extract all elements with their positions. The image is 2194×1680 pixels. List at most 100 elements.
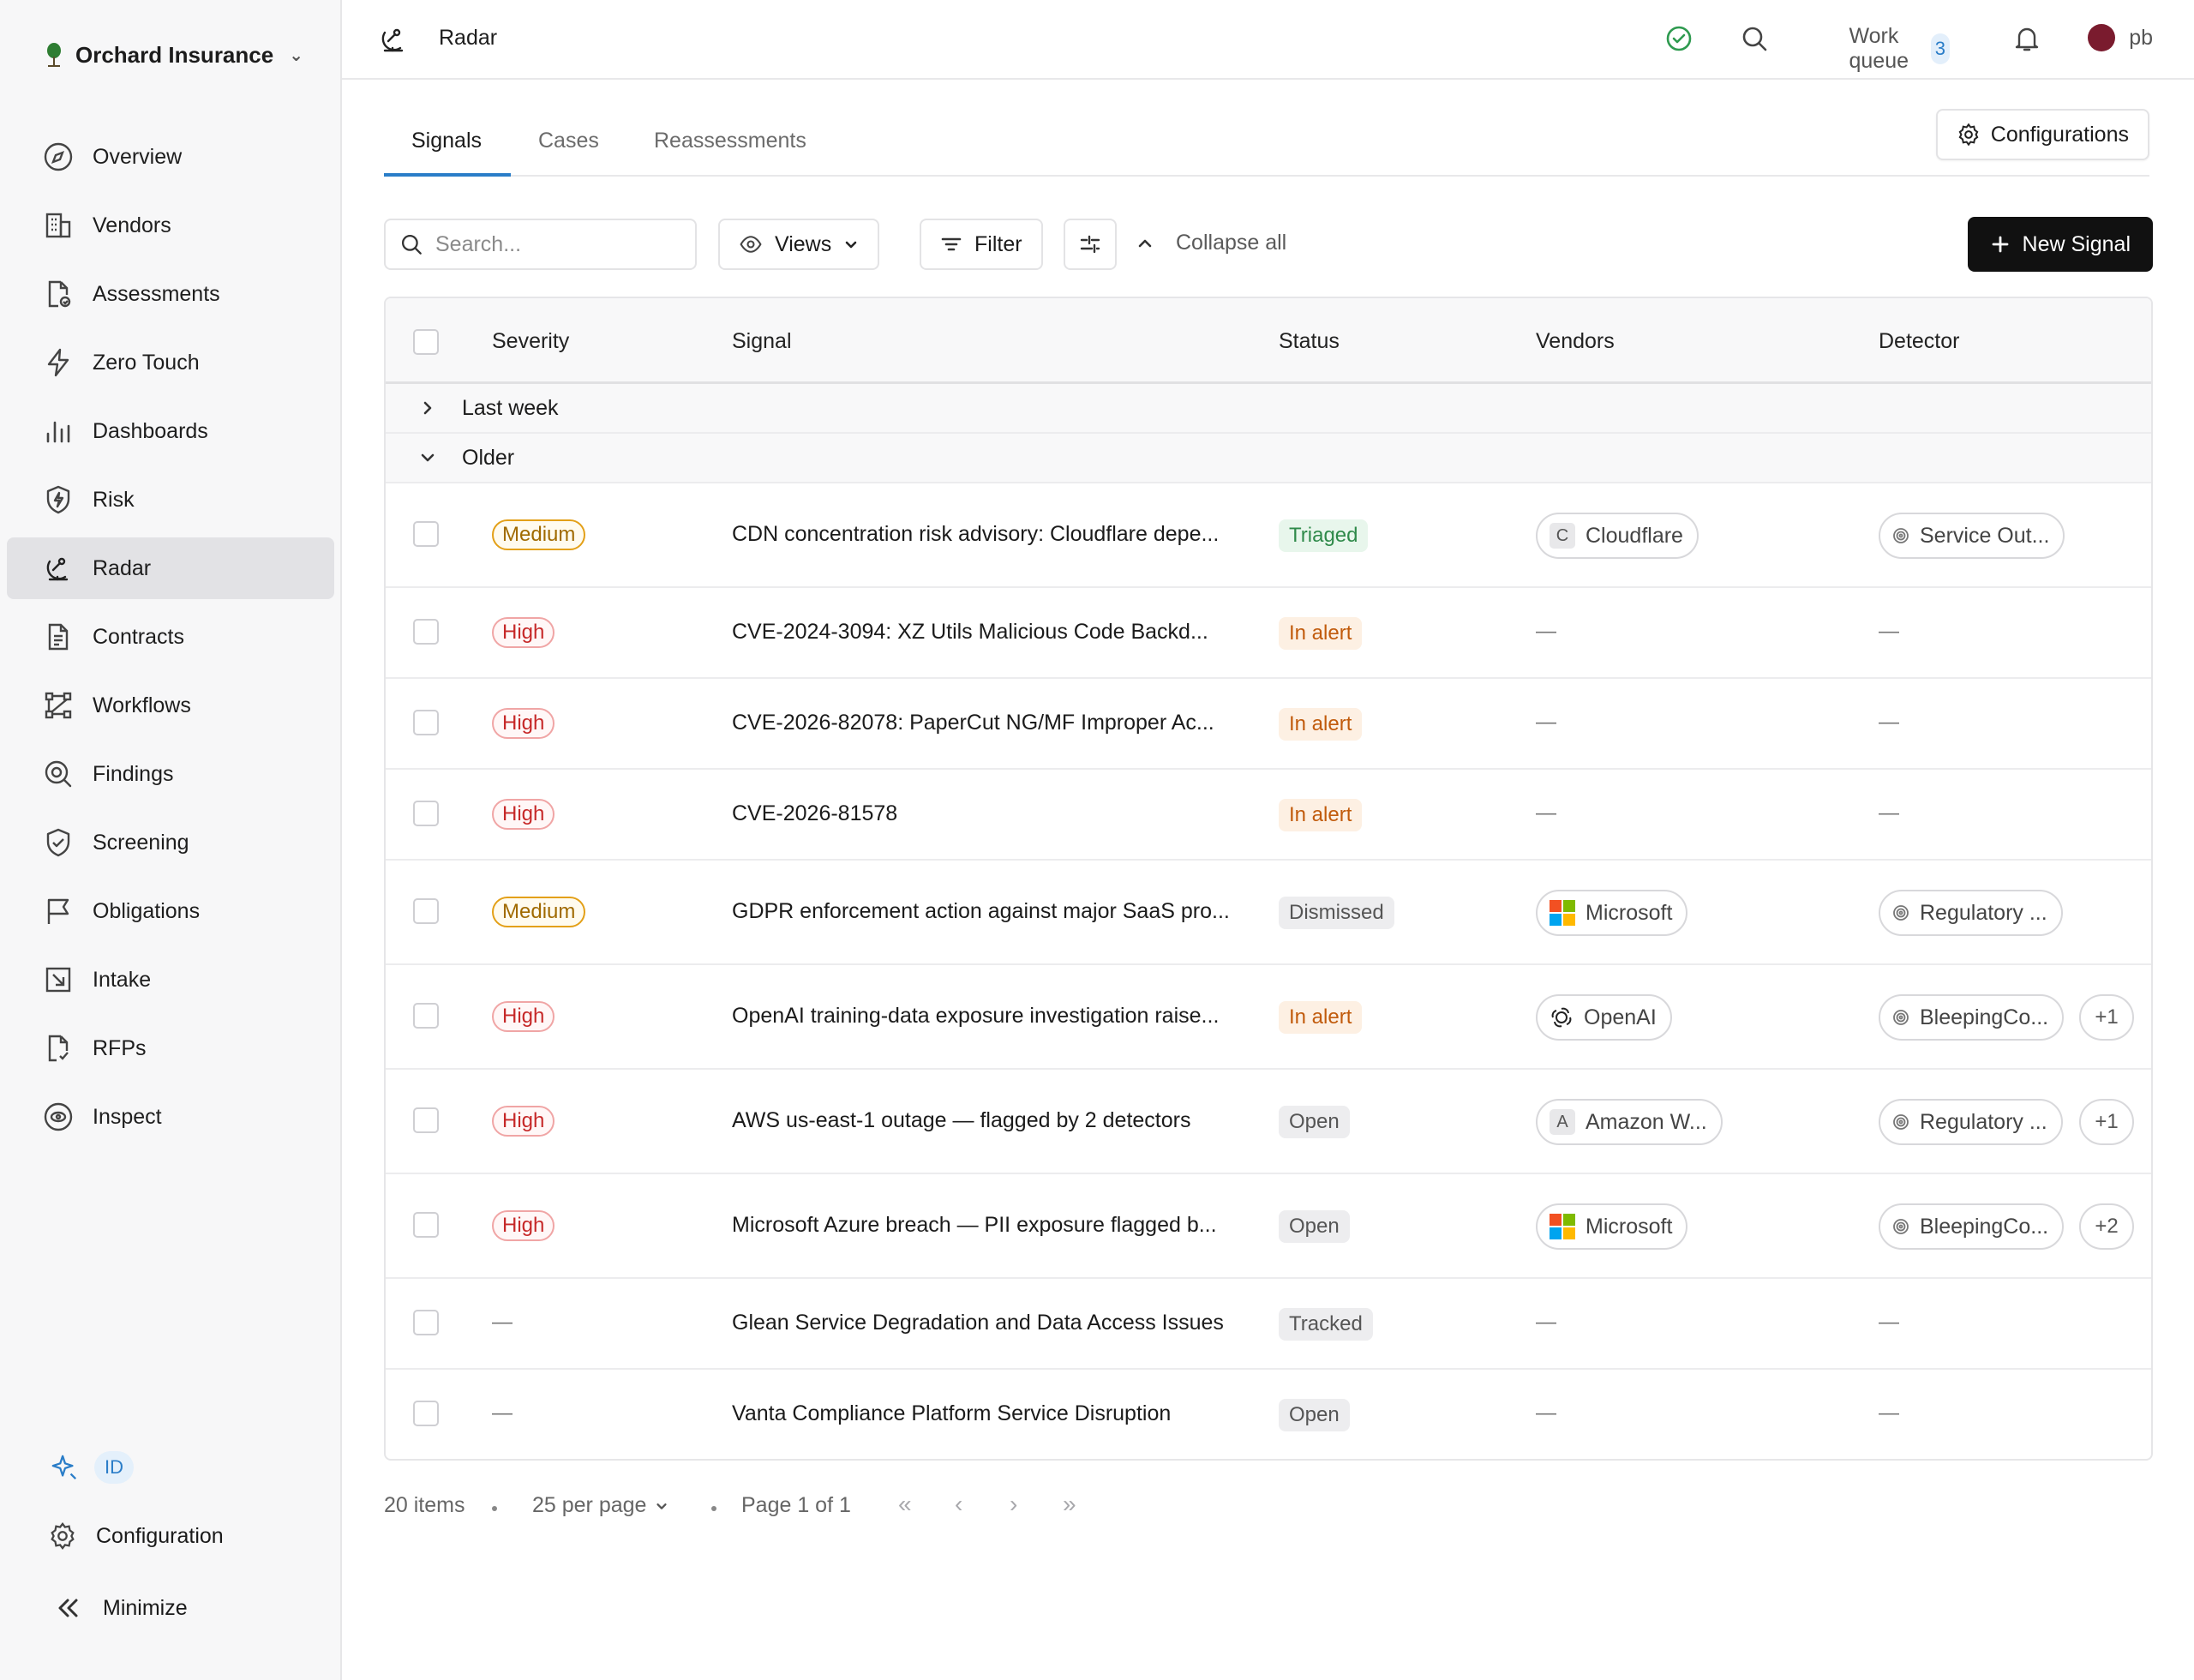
detector-chip[interactable]: Service Out...: [1879, 513, 2065, 559]
column-vendors[interactable]: Vendors: [1536, 329, 1615, 354]
signal-title[interactable]: Glean Service Degradation and Data Acces…: [732, 1311, 1224, 1335]
select-all-checkbox[interactable]: [413, 329, 439, 355]
detector-chip[interactable]: BleepingCo...: [1879, 1203, 2065, 1250]
last-page-icon[interactable]: »: [1063, 1491, 1076, 1518]
column-signal[interactable]: Signal: [732, 329, 792, 354]
openai-logo-icon: [1551, 1007, 1572, 1028]
sidebar-item-obligations[interactable]: Obligations: [7, 880, 334, 942]
row-checkbox[interactable]: [413, 801, 439, 826]
column-severity[interactable]: Severity: [492, 329, 569, 354]
status-badge: Open: [1279, 1106, 1350, 1138]
sidebar-item-workflows[interactable]: Workflows: [7, 675, 334, 736]
id-row[interactable]: ID: [7, 1440, 334, 1495]
table-row[interactable]: High Microsoft Azure breach — PII exposu…: [386, 1174, 2151, 1279]
table-row[interactable]: High CVE-2026-81578 In alert — —: [386, 770, 2151, 861]
detector-chip[interactable]: Regulatory ...: [1879, 890, 2063, 936]
detector-chip[interactable]: Regulatory ...: [1879, 1099, 2063, 1145]
row-checkbox[interactable]: [413, 1401, 439, 1426]
table-row[interactable]: High CVE-2024-3094: XZ Utils Malicious C…: [386, 588, 2151, 679]
signal-title[interactable]: Vanta Compliance Platform Service Disrup…: [732, 1401, 1171, 1426]
search-input[interactable]: [435, 231, 675, 257]
previous-page-icon[interactable]: ‹: [955, 1491, 962, 1518]
vendor-chip[interactable]: A Amazon W...: [1536, 1099, 1723, 1145]
more-detectors-badge[interactable]: +1: [2079, 1099, 2134, 1145]
table-row[interactable]: High AWS us-east-1 outage — flagged by 2…: [386, 1070, 2151, 1174]
tab-cases[interactable]: Cases: [538, 129, 599, 153]
signal-title[interactable]: OpenAI training-data exposure investigat…: [732, 1004, 1219, 1029]
sidebar-item-zero-touch[interactable]: Zero Touch: [7, 332, 334, 393]
status-badge: In alert: [1279, 617, 1363, 650]
filter-button[interactable]: Filter: [920, 219, 1043, 270]
row-checkbox[interactable]: [413, 898, 439, 924]
more-detectors-badge[interactable]: +1: [2079, 994, 2134, 1041]
signal-title[interactable]: CVE-2026-82078: PaperCut NG/MF Improper …: [732, 711, 1214, 735]
table-row[interactable]: Medium CDN concentration risk advisory: …: [386, 483, 2151, 588]
row-checkbox[interactable]: [413, 1107, 439, 1133]
sidebar-item-contracts[interactable]: Contracts: [7, 606, 334, 668]
group-row-older[interactable]: Older: [386, 434, 2151, 483]
tab-signals[interactable]: Signals: [411, 129, 482, 153]
minimize-button[interactable]: Minimize: [7, 1581, 334, 1635]
sliders-icon: [1080, 235, 1100, 254]
signal-title[interactable]: Microsoft Azure breach — PII exposure fl…: [732, 1213, 1217, 1238]
sidebar-item-screening[interactable]: Screening: [7, 812, 334, 873]
group-row-last-week[interactable]: Last week: [386, 384, 2151, 434]
vendor-chip[interactable]: Microsoft: [1536, 890, 1688, 936]
adjust-columns-button[interactable]: [1064, 219, 1117, 270]
table-row[interactable]: High OpenAI training-data exposure inves…: [386, 965, 2151, 1070]
intake-icon: [45, 967, 71, 993]
signal-title[interactable]: CVE-2026-81578: [732, 801, 897, 826]
sidebar-item-label: Intake: [93, 967, 152, 992]
sidebar-configuration[interactable]: Configuration: [7, 1509, 334, 1563]
more-detectors-badge[interactable]: +2: [2079, 1203, 2134, 1250]
tab-reassessments[interactable]: Reassessments: [654, 129, 806, 153]
column-status[interactable]: Status: [1279, 329, 1340, 354]
table-row[interactable]: High CVE-2026-82078: PaperCut NG/MF Impr…: [386, 679, 2151, 770]
sidebar-item-intake[interactable]: Intake: [7, 949, 334, 1011]
signal-title[interactable]: CDN concentration risk advisory: Cloudfl…: [732, 522, 1219, 547]
signal-title[interactable]: CVE-2024-3094: XZ Utils Malicious Code B…: [732, 620, 1208, 645]
row-checkbox[interactable]: [413, 1212, 439, 1238]
first-page-icon[interactable]: «: [898, 1491, 912, 1518]
search-icon[interactable]: [1740, 24, 1769, 53]
configurations-button[interactable]: Configurations: [1935, 109, 2149, 160]
radar-icon: [381, 28, 404, 52]
row-checkbox[interactable]: [413, 1003, 439, 1029]
next-page-icon[interactable]: ›: [1010, 1491, 1017, 1518]
work-queue-button[interactable]: Work queue 3: [1849, 24, 1950, 74]
detector-empty: —: [1879, 711, 1899, 734]
sidebar-item-risk[interactable]: Risk: [7, 469, 334, 531]
sidebar-item-vendors[interactable]: Vendors: [7, 195, 334, 256]
vendor-chip[interactable]: Microsoft: [1536, 1203, 1688, 1250]
vendor-chip[interactable]: OpenAI: [1536, 994, 1672, 1041]
user-menu[interactable]: pb: [2088, 24, 2153, 51]
sidebar-item-assessments[interactable]: Assessments: [7, 263, 334, 325]
row-checkbox[interactable]: [413, 619, 439, 645]
sidebar-item-rfps[interactable]: RFPs: [7, 1017, 334, 1079]
search-box[interactable]: [384, 219, 697, 270]
row-checkbox[interactable]: [413, 1310, 439, 1335]
sidebar-item-findings[interactable]: Findings: [7, 743, 334, 805]
sidebar-item-dashboards[interactable]: Dashboards: [7, 400, 334, 462]
org-switcher[interactable]: Orchard Insurance ⌄: [45, 36, 303, 74]
detector-chip[interactable]: BleepingCo...: [1879, 994, 2065, 1041]
table-row[interactable]: — Glean Service Degradation and Data Acc…: [386, 1279, 2151, 1370]
new-signal-button[interactable]: New Signal: [1967, 217, 2153, 272]
vendor-chip[interactable]: C Cloudflare: [1536, 513, 1699, 559]
views-button[interactable]: Views: [718, 219, 880, 270]
per-page-select[interactable]: 25 per page: [532, 1493, 668, 1518]
table-row[interactable]: Medium GDPR enforcement action against m…: [386, 861, 2151, 965]
row-checkbox[interactable]: [413, 710, 439, 735]
collapse-all-button[interactable]: Collapse all: [1136, 231, 1286, 255]
bell-icon[interactable]: [2012, 24, 2041, 53]
column-detector[interactable]: Detector: [1879, 329, 1959, 354]
sidebar-item-inspect[interactable]: Inspect: [7, 1086, 334, 1148]
row-checkbox[interactable]: [413, 521, 439, 547]
plus-icon: [1992, 236, 2008, 253]
signal-title[interactable]: GDPR enforcement action against major Sa…: [732, 899, 1230, 924]
sidebar-item-overview[interactable]: Overview: [7, 126, 334, 188]
table-row[interactable]: — Vanta Compliance Platform Service Disr…: [386, 1370, 2151, 1459]
signal-title[interactable]: AWS us-east-1 outage — flagged by 2 dete…: [732, 1108, 1190, 1133]
sidebar-item-radar[interactable]: Radar: [7, 537, 334, 599]
check-circle-icon[interactable]: [1664, 24, 1693, 53]
